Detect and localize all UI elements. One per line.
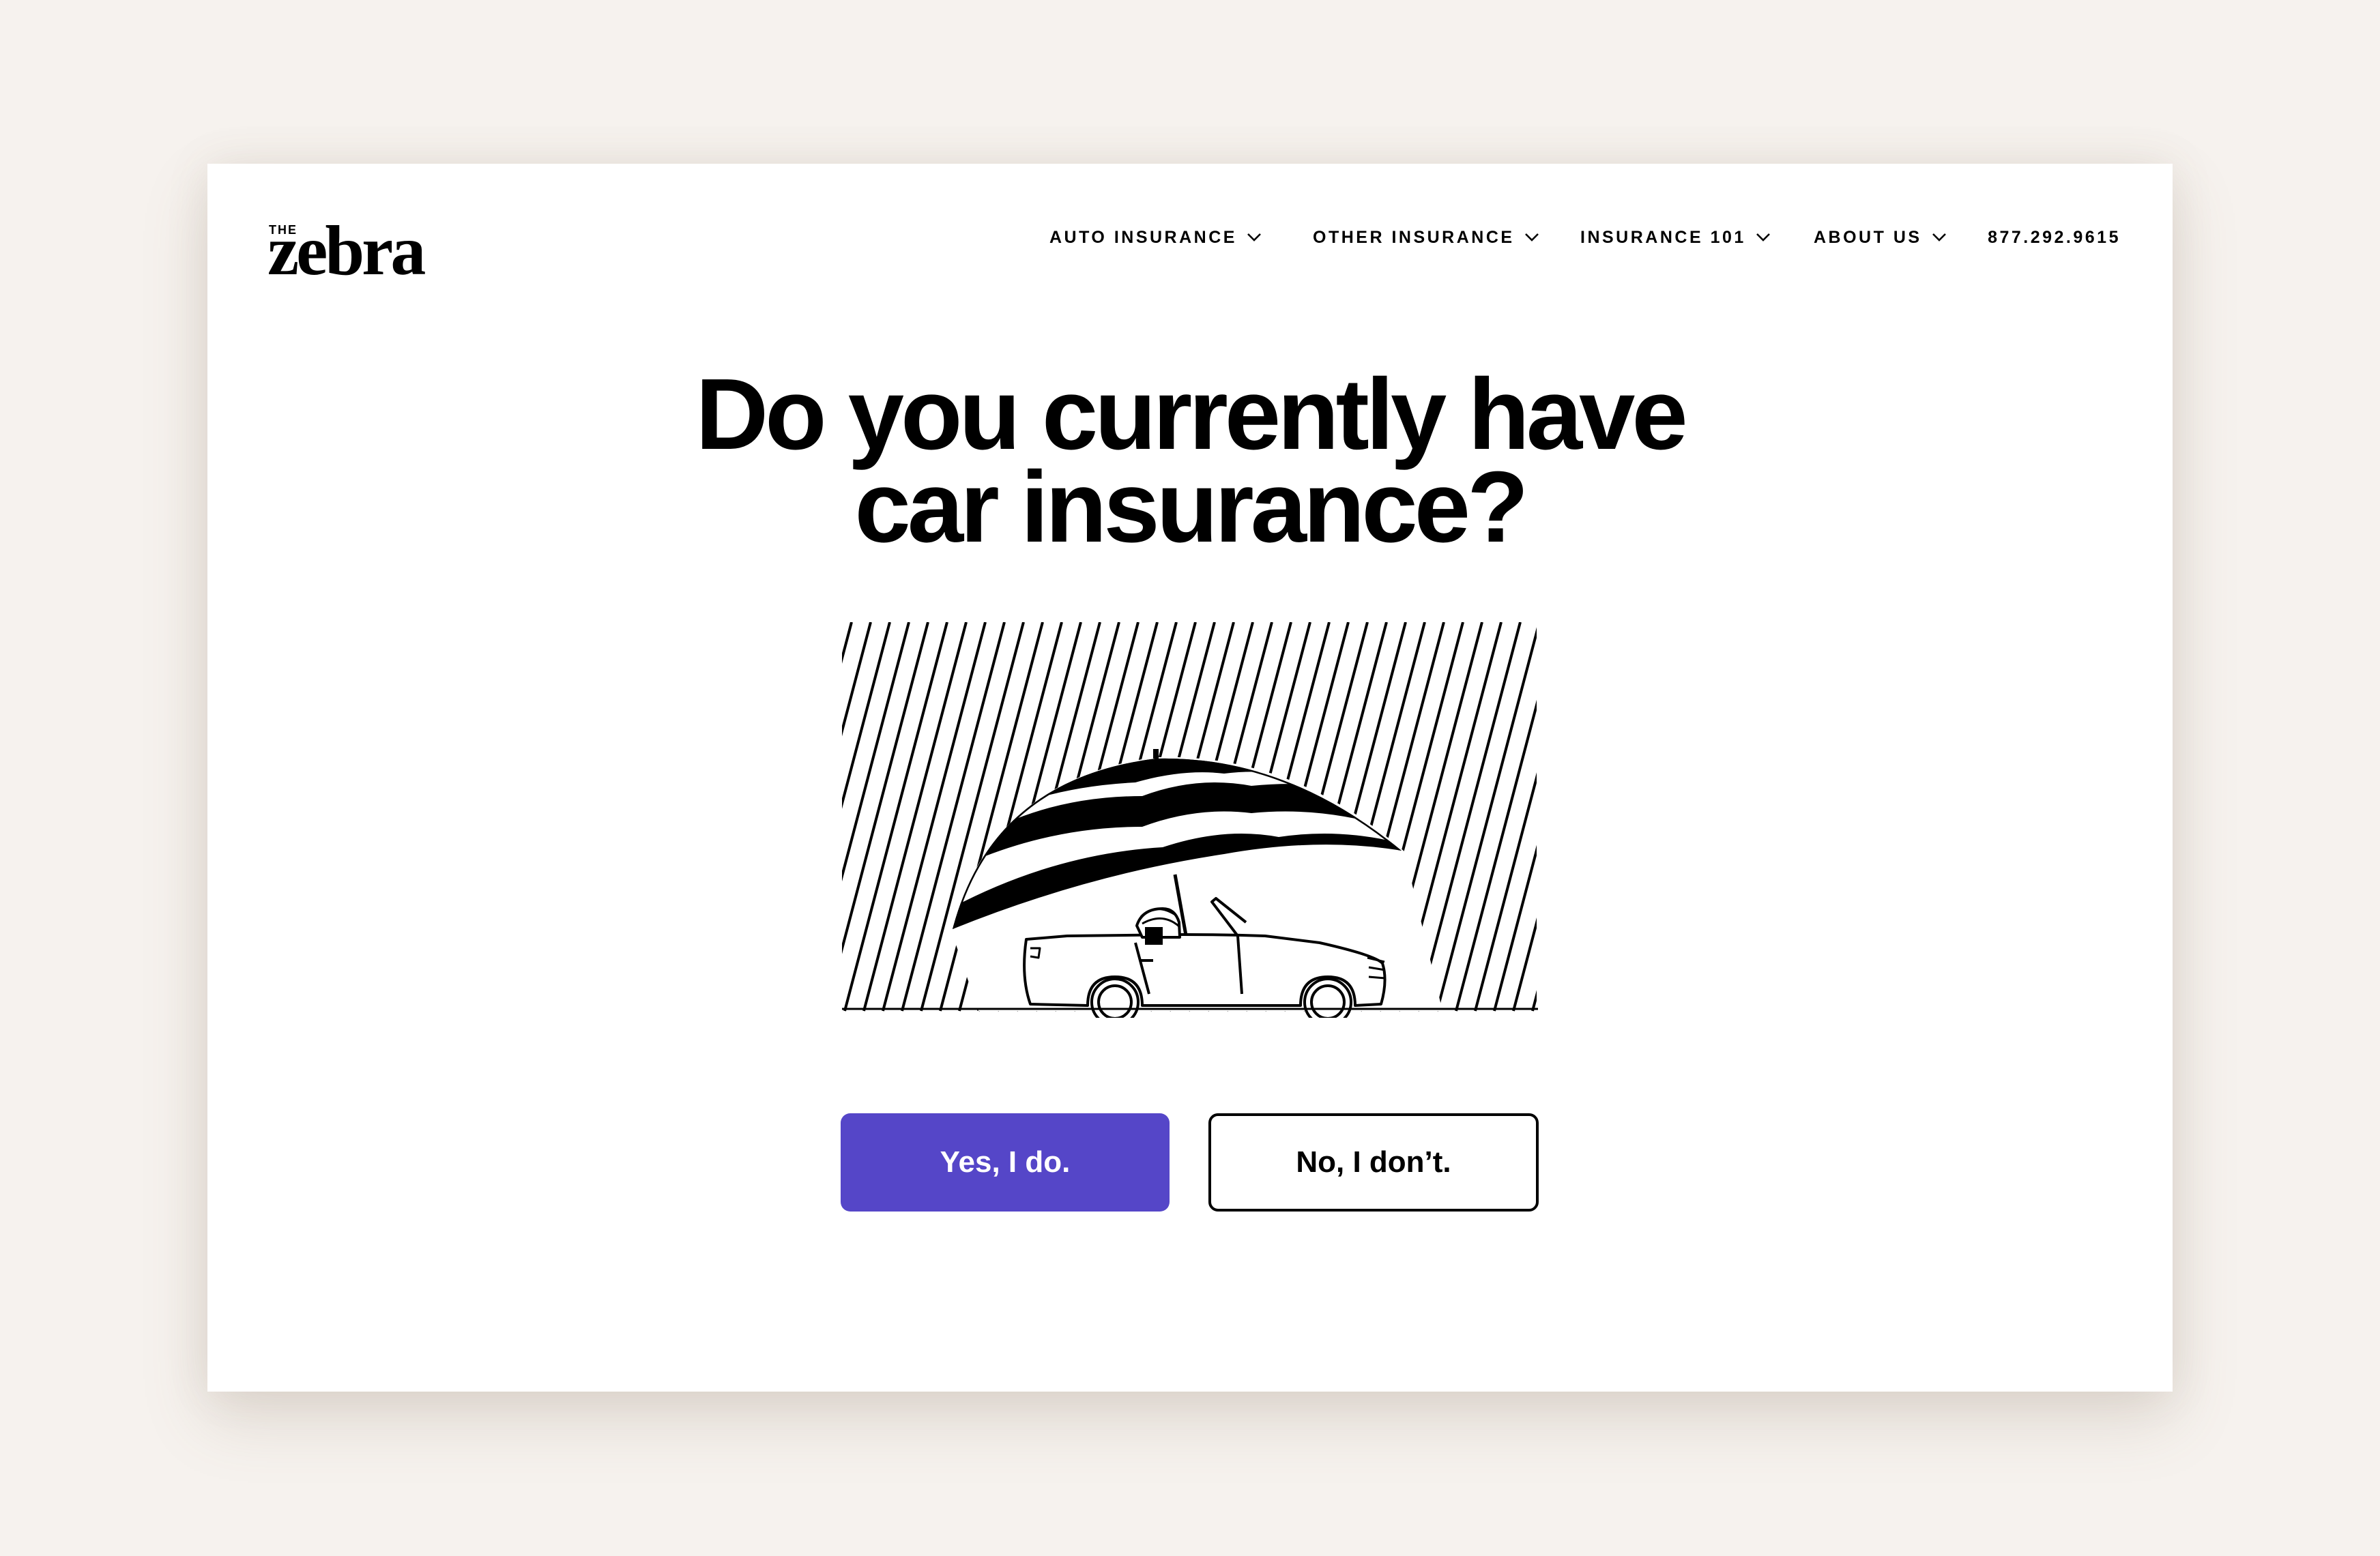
nav-other-insurance[interactable]: OTHER INSURANCE <box>1313 218 1539 256</box>
phone-number-link[interactable]: 877.292.9615 <box>1988 218 2121 256</box>
no-button[interactable]: No, I don’t. <box>1208 1113 1539 1212</box>
nav-auto-insurance[interactable]: AUTO INSURANCE <box>1049 218 1262 256</box>
nav-insurance-101[interactable]: INSURANCE 101 <box>1580 218 1771 256</box>
nav-other-insurance-label: OTHER INSURANCE <box>1313 227 1515 247</box>
nav-about-us-label: ABOUT US <box>1814 227 1922 247</box>
zebra-logo[interactable]: THE zebra <box>267 196 445 290</box>
nav-about-us[interactable]: ABOUT US <box>1814 218 1947 256</box>
nav-auto-insurance-label: AUTO INSURANCE <box>1049 227 1237 247</box>
page-card: THE zebra AUTO INSURANCE OTHER INSURANCE… <box>207 164 2173 1392</box>
logo-wordmark: zebra <box>267 211 426 290</box>
page-title: Do you currently have car insurance? <box>207 364 2173 558</box>
yes-button[interactable]: Yes, I do. <box>841 1113 1170 1212</box>
chevron-down-icon <box>1524 233 1539 241</box>
page-title-line-2: car insurance? <box>854 451 1529 563</box>
chevron-down-icon <box>1756 233 1770 241</box>
chevron-down-icon <box>1932 233 1946 241</box>
chevron-down-icon <box>1247 233 1261 241</box>
car-under-umbrella-in-rain-illustration <box>842 622 1541 1018</box>
nav-insurance-101-label: INSURANCE 101 <box>1580 227 1746 247</box>
